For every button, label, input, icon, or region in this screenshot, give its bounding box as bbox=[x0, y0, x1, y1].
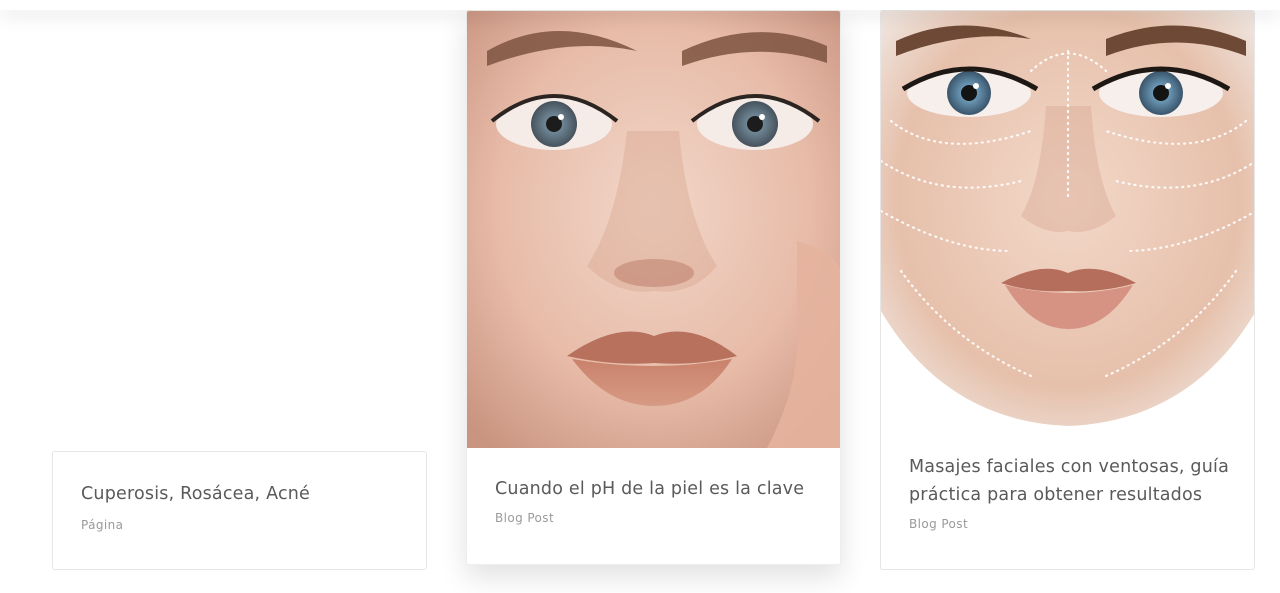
result-title[interactable]: Cuperosis, Rosácea, Acné bbox=[81, 480, 402, 508]
result-card-ph-piel[interactable]: Cuando el pH de la piel es la clave Blog… bbox=[466, 10, 841, 565]
result-type-label: Página bbox=[81, 518, 124, 532]
result-title[interactable]: Masajes faciales con ventosas, guía prác… bbox=[909, 453, 1230, 509]
face-closeup-photo bbox=[467, 11, 840, 448]
result-type-label: Blog Post bbox=[909, 517, 969, 531]
result-title[interactable]: Cuando el pH de la piel es la clave bbox=[495, 475, 816, 503]
result-type-label: Blog Post bbox=[495, 511, 555, 525]
header-shadow-bar bbox=[0, 0, 1280, 10]
result-card-masajes-faciales[interactable]: Masajes faciales con ventosas, guía prác… bbox=[880, 10, 1255, 570]
result-card-cuperosis[interactable]: Cuperosis, Rosácea, Acné Página bbox=[52, 451, 427, 570]
face-massage-lines-photo bbox=[881, 11, 1254, 426]
